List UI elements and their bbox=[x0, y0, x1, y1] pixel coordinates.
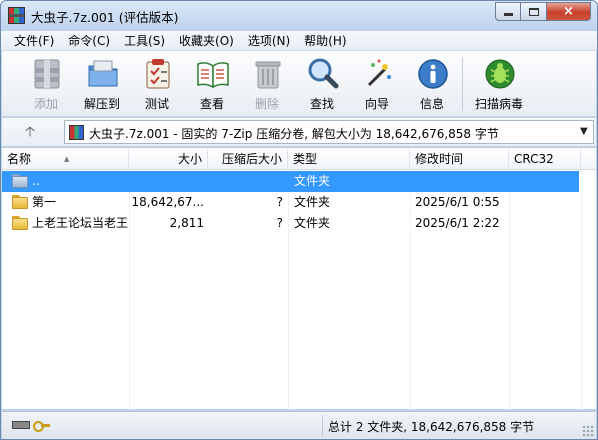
row-packed-size: ? bbox=[276, 195, 283, 209]
column-size[interactable]: 大小 bbox=[129, 148, 208, 170]
menu-favorites[interactable]: 收藏夹(O) bbox=[172, 32, 241, 49]
maximize-icon bbox=[528, 7, 539, 16]
row-size: 18,642,67... bbox=[131, 195, 204, 209]
row-size: 2,811 bbox=[169, 216, 204, 230]
column-type[interactable]: 类型 bbox=[288, 148, 410, 170]
parent-folder-icon bbox=[12, 174, 28, 188]
up-arrow-icon: 🡡 bbox=[24, 124, 36, 140]
row-type: 文件夹 bbox=[294, 195, 331, 209]
drive-icon[interactable] bbox=[12, 421, 30, 429]
book-view-icon bbox=[197, 62, 229, 89]
close-button[interactable]: × bbox=[547, 2, 591, 21]
file-list: 名称 ▲ 大小 压缩后大小 类型 修改时间 CRC32 .. 文件夹 第一 18,… bbox=[2, 147, 596, 410]
status-summary: 总计 2 文件夹, 18,642,676,858 字节 bbox=[328, 420, 535, 434]
column-modified[interactable]: 修改时间 bbox=[410, 148, 509, 170]
row-packed-size: ? bbox=[276, 216, 283, 230]
status-separator bbox=[322, 415, 323, 437]
minimize-icon bbox=[503, 13, 513, 16]
extract-folder-icon bbox=[88, 60, 118, 87]
archive-add-icon bbox=[34, 59, 60, 89]
trash-delete-icon bbox=[255, 61, 281, 89]
table-row[interactable]: 第一 18,642,67... ? 文件夹 2025/6/1 0:55 bbox=[2, 192, 596, 213]
column-crc32[interactable]: CRC32 bbox=[509, 148, 581, 170]
address-dropdown-icon[interactable]: ▼ bbox=[580, 126, 590, 138]
app-window: 大虫子.7z.001 (评估版本) × 文件(F) 命令(C) 工具(S) 收藏… bbox=[0, 0, 598, 440]
maximize-button[interactable] bbox=[521, 2, 547, 21]
toolbar: 添加 解压到 测试 查看 删除 查找 向导 信息 扫描病毒 bbox=[2, 51, 596, 117]
extract-to-label: 解压到 bbox=[83, 97, 120, 111]
test-button[interactable]: 测试 bbox=[129, 55, 185, 113]
archive-icon bbox=[69, 125, 84, 140]
find-button[interactable]: 查找 bbox=[294, 55, 350, 113]
wizard-wand-icon bbox=[367, 59, 391, 87]
extract-to-button[interactable]: 解压到 bbox=[74, 55, 130, 113]
row-modified: 2025/6/1 2:22 bbox=[415, 216, 500, 230]
test-label: 测试 bbox=[144, 97, 169, 111]
delete-label: 删除 bbox=[254, 97, 279, 111]
address-bar[interactable]: 大虫子.7z.001 - 固实的 7-Zip 压缩分卷, 解包大小为 18,64… bbox=[64, 120, 594, 144]
menu-file[interactable]: 文件(F) bbox=[7, 32, 61, 49]
virus-scan-button[interactable]: 扫描病毒 bbox=[468, 55, 530, 113]
find-label: 查找 bbox=[309, 97, 334, 111]
window-title: 大虫子.7z.001 (评估版本) bbox=[31, 10, 179, 25]
column-name[interactable]: 名称 ▲ bbox=[2, 148, 129, 170]
row-name: .. bbox=[32, 174, 40, 188]
title-bar[interactable]: 大虫子.7z.001 (评估版本) × bbox=[1, 1, 597, 31]
address-row: 🡡 大虫子.7z.001 - 固实的 7-Zip 压缩分卷, 解包大小为 18,… bbox=[2, 118, 596, 146]
view-label: 查看 bbox=[199, 97, 224, 111]
wizard-button[interactable]: 向导 bbox=[349, 55, 405, 113]
address-text: 大虫子.7z.001 - 固实的 7-Zip 压缩分卷, 解包大小为 18,64… bbox=[89, 127, 499, 141]
resize-grip-icon[interactable] bbox=[582, 425, 594, 437]
info-icon bbox=[418, 59, 448, 89]
toolbar-separator bbox=[462, 57, 463, 111]
row-type: 文件夹 bbox=[294, 216, 331, 230]
sort-ascending-icon: ▲ bbox=[64, 155, 70, 163]
status-bar: 总计 2 文件夹, 18,642,676,858 字节 bbox=[2, 411, 596, 439]
minimize-button[interactable] bbox=[495, 2, 521, 21]
close-icon: × bbox=[563, 4, 574, 19]
wizard-label: 向导 bbox=[364, 97, 389, 111]
row-type: 文件夹 bbox=[294, 174, 331, 188]
view-button[interactable]: 查看 bbox=[184, 55, 240, 113]
table-row[interactable]: 上老王论坛当老王 2,811 ? 文件夹 2025/6/1 2:22 bbox=[2, 213, 596, 234]
info-button[interactable]: 信息 bbox=[404, 55, 460, 113]
row-name: 上老王论坛当老王 bbox=[32, 216, 129, 230]
winrar-app-icon bbox=[8, 7, 25, 24]
row-modified: 2025/6/1 0:55 bbox=[415, 195, 500, 209]
menu-bar: 文件(F) 命令(C) 工具(S) 收藏夹(O) 选项(N) 帮助(H) bbox=[1, 31, 597, 51]
folder-icon bbox=[12, 216, 28, 230]
info-label: 信息 bbox=[419, 97, 444, 111]
test-clipboard-icon bbox=[146, 59, 170, 89]
table-row[interactable]: .. 文件夹 bbox=[2, 171, 579, 192]
delete-button[interactable]: 删除 bbox=[239, 55, 295, 113]
add-button[interactable]: 添加 bbox=[18, 55, 74, 113]
row-name: 第一 bbox=[32, 195, 57, 209]
menu-help[interactable]: 帮助(H) bbox=[297, 32, 353, 49]
list-header: 名称 ▲ 大小 压缩后大小 类型 修改时间 CRC32 bbox=[2, 148, 596, 170]
virus-scan-icon bbox=[485, 59, 515, 89]
menu-commands[interactable]: 命令(C) bbox=[61, 32, 117, 49]
window-controls: × bbox=[495, 2, 591, 21]
key-icon[interactable] bbox=[33, 419, 50, 432]
virus-scan-label: 扫描病毒 bbox=[474, 97, 523, 111]
folder-icon bbox=[12, 195, 28, 209]
column-packed-size[interactable]: 压缩后大小 bbox=[208, 148, 288, 170]
add-label: 添加 bbox=[33, 97, 58, 111]
up-folder-button[interactable]: 🡡 bbox=[20, 122, 40, 142]
magnifier-find-icon bbox=[308, 58, 339, 89]
menu-options[interactable]: 选项(N) bbox=[241, 32, 297, 49]
menu-tools[interactable]: 工具(S) bbox=[117, 32, 172, 49]
